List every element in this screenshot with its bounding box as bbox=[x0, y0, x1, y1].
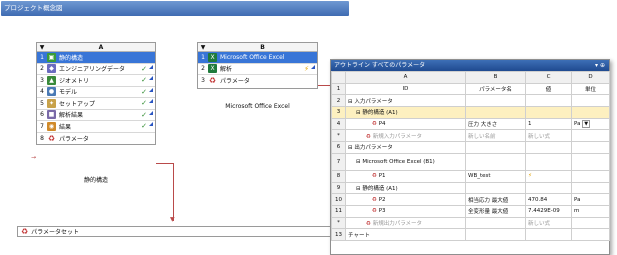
model-icon: ● bbox=[47, 87, 56, 97]
solution-icon: ■ bbox=[47, 110, 56, 120]
system-a-row-2[interactable]: 2 ◆ エンジニアリングデータ ✓ bbox=[37, 64, 155, 75]
parameter-icon: ♻ bbox=[208, 76, 217, 86]
new-output-parameter[interactable]: ♻ 新規出力パラメータ bbox=[345, 216, 466, 230]
system-b-column-letter: B bbox=[260, 44, 265, 51]
dropdown-arrow-icon[interactable]: ▼ bbox=[582, 120, 591, 129]
system-a-row-8[interactable]: 8 ♻ パラメータ bbox=[37, 133, 155, 145]
table-row[interactable]: 3 ⊟ 静的構造 (A1) bbox=[331, 106, 610, 119]
new-input-parameter[interactable]: ♻ 新規入力パラメータ bbox=[345, 129, 466, 143]
connector-b-h bbox=[318, 85, 330, 86]
outline-all-parameters-panel: アウトライン すべてのパラメータ ▾ ⊕ A B C D 1 ID パラメータ名… bbox=[330, 59, 610, 255]
table-row[interactable]: 10 ♻ P2 相当応力 最大値 470.84 Pa bbox=[331, 193, 610, 206]
connector-a-v bbox=[173, 163, 174, 221]
update-triangle-icon bbox=[149, 87, 153, 92]
parameter-p4[interactable]: ♻ P4 bbox=[345, 117, 466, 131]
system-a-caption[interactable]: 静的構造 bbox=[36, 175, 156, 184]
system-b-row-1[interactable]: 1 X Microsoft Office Excel bbox=[198, 52, 317, 64]
system-a-row-6[interactable]: 6 ■ 解析結果 ✓ bbox=[37, 110, 155, 121]
lightning-icon: ⚡ bbox=[525, 169, 572, 183]
schematic-title-bar: プロジェクト概念図 bbox=[1, 1, 349, 16]
parameter-icon: ♻ bbox=[366, 220, 371, 227]
table-row[interactable]: 7 ⊟ Microsoft Office Excel (B1) bbox=[331, 152, 610, 171]
parameter-icon: ♻ bbox=[372, 121, 377, 128]
system-a-row-7[interactable]: 7 ◉ 結果 ✓ bbox=[37, 121, 155, 133]
engineering-data-icon: ◆ bbox=[47, 64, 56, 74]
system-a-menu-arrow[interactable]: ▼ bbox=[37, 43, 47, 51]
update-triangle-icon bbox=[149, 99, 153, 104]
static-structural-icon: ▣ bbox=[47, 52, 56, 62]
table-row[interactable]: * ♻ 新規出力パラメータ 新しい式 bbox=[331, 216, 610, 230]
system-b-block[interactable]: ▼ B 1 X Microsoft Office Excel 2 X 解析 ⚡ 3 ♻ パラメー… bbox=[197, 42, 318, 89]
parameter-icon: ♻ bbox=[372, 208, 377, 215]
update-triangle-icon bbox=[149, 122, 153, 127]
excel-icon: X bbox=[208, 52, 217, 62]
column-header-row: 1 ID パラメータ名 値 単位 bbox=[331, 82, 610, 96]
outline-title-bar: アウトライン すべてのパラメータ ▾ ⊕ bbox=[331, 60, 609, 71]
system-b-row-3[interactable]: 3 ♻ パラメータ bbox=[198, 75, 317, 87]
update-triangle-icon bbox=[311, 64, 315, 69]
setup-icon: ✦ bbox=[47, 98, 56, 108]
table-row[interactable]: 6 ⊟ 出力パラメータ bbox=[331, 141, 610, 154]
parameter-set-label: パラメータセット bbox=[31, 229, 79, 236]
geometry-icon: ▲ bbox=[47, 75, 56, 85]
parameter-icon: ♻ bbox=[366, 133, 371, 140]
link-arrow-icon: → bbox=[31, 154, 37, 161]
system-b-menu-arrow[interactable]: ▼ bbox=[198, 43, 208, 51]
table-row[interactable]: 4 ♻ P4 圧力 大きさ 1 Pa ▼ bbox=[331, 117, 610, 131]
parameter-p1[interactable]: ♻ P1 bbox=[345, 169, 466, 183]
system-b-caption[interactable]: Microsoft Office Excel bbox=[197, 103, 318, 110]
table-row[interactable]: 11 ♻ P3 全変形量 最大値 7.4429E-09 m bbox=[331, 204, 610, 218]
p4-value-input[interactable]: 1 bbox=[525, 117, 572, 131]
update-triangle-icon bbox=[149, 110, 153, 115]
update-triangle-icon bbox=[149, 76, 153, 81]
window-title: プロジェクト概念図 bbox=[4, 4, 63, 12]
down-arrow-icon: ▼ bbox=[170, 216, 175, 223]
parameter-icon: ♻ bbox=[47, 133, 56, 143]
parameter-icon: ♻ bbox=[372, 196, 377, 203]
table-row[interactable]: * ♻ 新規入力パラメータ 新しい名前 新しい式 bbox=[331, 129, 610, 143]
table-row[interactable]: 13 チャート bbox=[331, 228, 610, 241]
parameter-table: A B C D 1 ID パラメータ名 値 単位 2 ⊟ 入力パラメータ 3 ⊟ 静… bbox=[331, 71, 610, 241]
table-row[interactable]: 8 ♻ P1 WB_test ⚡ bbox=[331, 169, 610, 183]
analysis-icon: X bbox=[208, 64, 217, 74]
system-a-row-1[interactable]: 1 ▣ 静的構造 bbox=[37, 52, 155, 64]
system-a-row-5[interactable]: 5 ✦ セットアップ ✓ bbox=[37, 98, 155, 110]
results-icon: ◉ bbox=[47, 121, 56, 131]
outline-title: アウトライン すべてのパラメータ bbox=[334, 62, 426, 69]
parameter-icon: ♻ bbox=[372, 173, 377, 180]
parameter-set-icon: ♻ bbox=[21, 227, 29, 236]
update-triangle-icon bbox=[149, 64, 153, 69]
system-a-row-3[interactable]: 3 ▲ ジオメトリ ✓ bbox=[37, 75, 155, 87]
table-row[interactable]: 2 ⊟ 入力パラメータ bbox=[331, 94, 610, 108]
lightning-icon: ⚡ bbox=[304, 64, 309, 73]
system-a-column-letter: A bbox=[98, 44, 104, 51]
parameter-set-bar[interactable]: ♻ パラメータセット bbox=[17, 226, 337, 237]
pin-icon[interactable]: ▾ ⊕ bbox=[595, 60, 605, 71]
system-b-row-2[interactable]: 2 X 解析 ⚡ bbox=[198, 64, 317, 75]
p4-unit-select[interactable]: Pa ▼ bbox=[571, 117, 610, 131]
table-row[interactable]: 9 ⊟ 静的構造 (A1) bbox=[331, 181, 610, 195]
parameter-p2[interactable]: ♻ P2 bbox=[345, 193, 466, 206]
parameter-p3[interactable]: ♻ P3 bbox=[345, 204, 466, 218]
column-letter-row: A B C D bbox=[331, 71, 610, 84]
connector-a-h bbox=[156, 163, 173, 164]
system-a-block[interactable]: ▼ A 1 ▣ 静的構造 2 ◆ エンジニアリングデータ ✓ 3 ▲ ジオメトリ ✓ 4 ● モデル ✓… bbox=[36, 42, 156, 145]
system-a-row-4[interactable]: 4 ● モデル ✓ bbox=[37, 87, 155, 98]
